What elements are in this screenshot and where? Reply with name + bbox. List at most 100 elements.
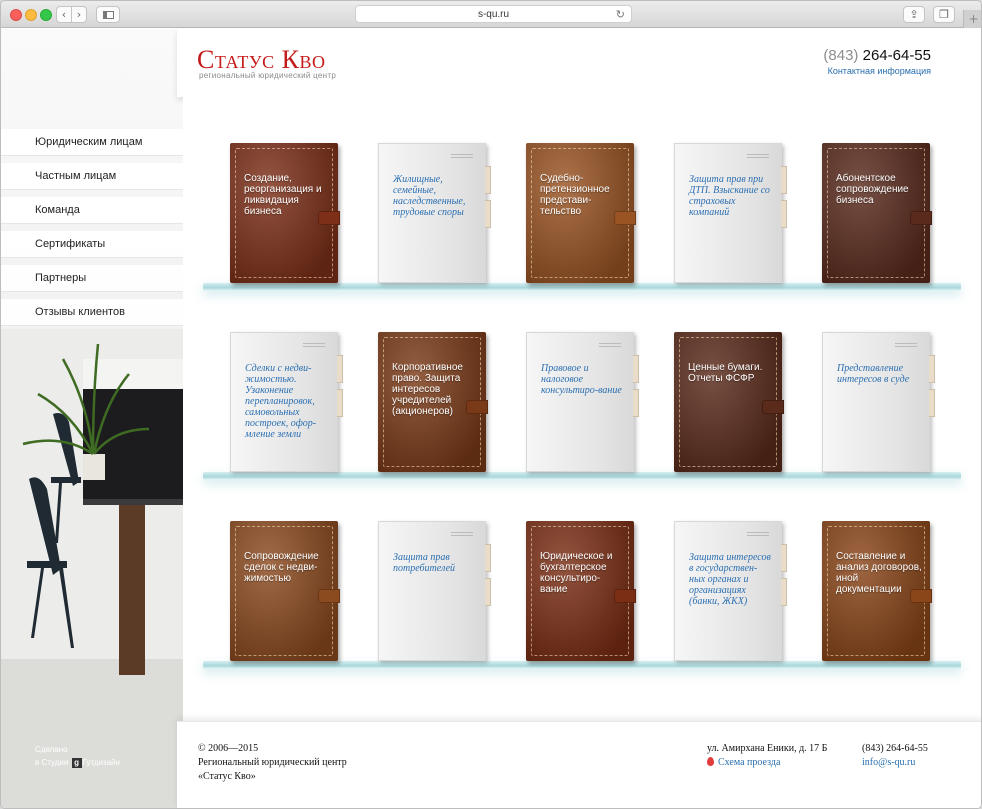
glass-shelf <box>203 472 961 480</box>
site-footer: © 2006—2015 Региональный юридический цен… <box>177 721 981 808</box>
service-folder[interactable]: Ценные бумаги. Отчеты ФСФР <box>674 332 784 472</box>
minimize-window-button[interactable] <box>25 9 37 21</box>
service-title: Создание, реорганизация и ликвидация биз… <box>244 173 322 217</box>
folder-tab <box>337 389 343 417</box>
folder-tab <box>485 544 491 572</box>
service-folder[interactable]: Жилищные, семейные, наследственные, труд… <box>378 143 491 283</box>
address: ул. Амирхана Еники, д. 17 Б <box>707 743 828 754</box>
site-tagline: региональный юридический центр <box>199 71 337 80</box>
service-folder[interactable]: Судебно-претензионное представи-тельство <box>526 143 636 283</box>
glass-shelf <box>203 283 961 291</box>
service-title: Защита прав потребителей <box>393 552 456 574</box>
service-title: Ценные бумаги. Отчеты ФСФР <box>688 362 763 384</box>
copyright: © 2006—2015 <box>198 743 259 754</box>
glass-shelf <box>203 661 961 669</box>
sidebar-item-certificates[interactable]: Сертификаты <box>1 231 183 258</box>
header-phone: (843) 264-64-55 <box>823 47 931 64</box>
service-title: Абонентское сопровождение бизнеса <box>836 173 909 206</box>
service-folder[interactable]: Защита интересов в государствен-ных орга… <box>674 521 787 661</box>
service-folder[interactable]: Корпоративное право. Защита интересов уч… <box>378 332 488 472</box>
service-folder[interactable]: Сопровождение сделок с недви-жимостью <box>230 521 340 661</box>
credit-prefix: в Студии <box>35 758 69 767</box>
service-folder[interactable]: Защита прав потребителей <box>378 521 491 661</box>
reload-icon[interactable]: ↻ <box>616 8 625 21</box>
service-title: Сделки с недви-жимостью. Узаконение пере… <box>245 363 317 440</box>
footer-org: © 2006—2015 Региональный юридический цен… <box>198 742 347 784</box>
sidebar-item-partners[interactable]: Партнеры <box>1 265 183 292</box>
folder-tab <box>781 166 787 194</box>
org-name-line2: «Статус Кво» <box>198 771 256 782</box>
service-folder[interactable]: Представление интересов в суде <box>822 332 935 472</box>
service-title: Составление и анализ договоров, иной док… <box>836 551 922 595</box>
zoom-window-button[interactable] <box>40 9 52 21</box>
sidebar-item-legal-entities[interactable]: Юридическим лицам <box>1 129 183 156</box>
folder-tab <box>929 389 935 417</box>
email-link[interactable]: info@s-qu.ru <box>862 757 915 768</box>
service-folder[interactable]: Правовое и налоговое консультиро-вание <box>526 332 639 472</box>
phone-code: (843) <box>823 47 859 64</box>
page: Юридическим лицам Частным лицам Команда … <box>1 29 981 808</box>
service-folder[interactable]: Юридическое и бухгалтерское консультиро-… <box>526 521 636 661</box>
service-title: Защита прав при ДТП. Взыскание со страхо… <box>689 174 770 218</box>
folder-tab <box>485 166 491 194</box>
footer-contacts: (843) 264-64-55 info@s-qu.ru <box>862 742 928 770</box>
service-title: Защита интересов в государствен-ных орга… <box>689 552 771 607</box>
close-window-button[interactable] <box>10 9 22 21</box>
back-button[interactable]: ‹ <box>56 6 72 23</box>
map-link[interactable]: Схема проезда <box>718 757 780 768</box>
services-shelves: Создание, реорганизация и ликвидация биз… <box>183 97 981 721</box>
folder-tab <box>781 544 787 572</box>
studio-credit[interactable]: Сделано в Студии g Гутдизайн <box>35 743 120 769</box>
folder-tab <box>633 355 639 383</box>
service-folder[interactable]: Абонентское сопровождение бизнеса <box>822 143 932 283</box>
phone-number: 264-64-55 <box>862 47 931 64</box>
site-header: Статус Кво региональный юридический цент… <box>177 29 981 97</box>
service-folder[interactable]: Защита прав при ДТП. Взыскание со страхо… <box>674 143 787 283</box>
browser-toolbar: ‹ › s-qu.ru ↻ ⇪ ❐ + <box>1 1 981 28</box>
service-title: Жилищные, семейные, наследственные, труд… <box>393 174 466 218</box>
service-folder[interactable]: Составление и анализ договоров, иной док… <box>822 521 932 661</box>
tabs-button[interactable]: ❐ <box>933 6 955 23</box>
strap-icon <box>762 400 784 414</box>
chevron-left-icon: ‹ <box>61 8 67 21</box>
sidebar-item-team[interactable]: Команда <box>1 197 183 224</box>
share-button[interactable]: ⇪ <box>903 6 925 23</box>
service-title: Юридическое и бухгалтерское консультиро-… <box>540 551 613 595</box>
url-text: s-qu.ru <box>477 8 510 20</box>
sidebar: Юридическим лицам Частным лицам Команда … <box>1 29 183 808</box>
service-folder[interactable]: Создание, реорганизация и ликвидация биз… <box>230 143 340 283</box>
browser-window: ‹ › s-qu.ru ↻ ⇪ ❐ + Юридическим лицам Ча… <box>0 0 982 809</box>
footer-address: ул. Амирхана Еники, д. 17 Б Схема проезд… <box>707 742 827 770</box>
sidebar-item-reviews[interactable]: Отзывы клиентов <box>1 299 183 326</box>
contact-info-link[interactable]: Контактная информация <box>828 66 931 76</box>
chevron-right-icon: › <box>76 8 82 21</box>
folder-tab <box>485 200 491 228</box>
folder-tab <box>337 355 343 383</box>
tabs-icon: ❐ <box>939 8 949 21</box>
service-folder[interactable]: Сделки с недви-жимостью. Узаконение пере… <box>230 332 343 472</box>
new-tab-button[interactable]: + <box>963 10 981 28</box>
service-title: Сопровождение сделок с недви-жимостью <box>244 551 319 584</box>
folder-tab <box>929 355 935 383</box>
credit-line1: Сделано <box>35 745 68 754</box>
address-bar[interactable]: s-qu.ru ↻ <box>355 5 632 23</box>
office-photo <box>1 329 183 808</box>
strap-icon <box>910 211 932 225</box>
map-pin-icon <box>707 757 714 766</box>
service-title: Представление интересов в суде <box>837 363 910 385</box>
share-icon: ⇪ <box>909 8 919 21</box>
sidebar-icon <box>102 10 114 19</box>
service-title: Судебно-претензионное представи-тельство <box>540 173 610 217</box>
sidebar-toggle-button[interactable] <box>96 6 120 23</box>
folder-tab <box>633 389 639 417</box>
folder-tab <box>781 578 787 606</box>
folder-tab <box>485 578 491 606</box>
sidebar-item-individuals[interactable]: Частным лицам <box>1 163 183 190</box>
service-title: Правовое и налоговое консультиро-вание <box>541 363 622 396</box>
org-name-line1: Региональный юридический центр <box>198 757 347 768</box>
forward-button[interactable]: › <box>71 6 87 23</box>
studio-logo-icon: g <box>71 758 82 768</box>
service-title: Корпоративное право. Защита интересов уч… <box>392 362 463 417</box>
folder-tab <box>781 200 787 228</box>
footer-phone: (843) 264-64-55 <box>862 743 928 754</box>
